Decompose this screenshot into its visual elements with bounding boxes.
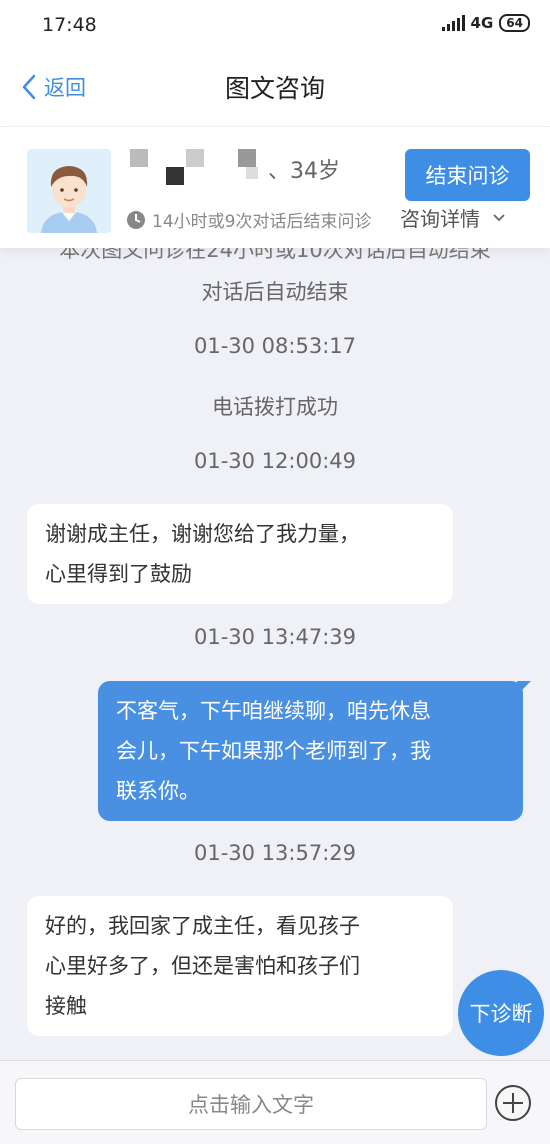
detail-label: 咨询详情 — [400, 207, 480, 231]
timer-text: 14小时或9次对话后结束问诊 — [152, 212, 372, 232]
system-text: 电话拨打成功 — [212, 395, 338, 419]
system-text-clipped: 本次图文问诊在24小时或10次对话后自动结束 — [59, 248, 491, 262]
consult-detail-link[interactable]: 咨询详情 — [400, 203, 506, 232]
patient-message: 好的，我回家了成主任，看见孩子 心里好多了，但还是害怕和孩子们 接触 — [27, 896, 453, 1036]
patient-card: 、34岁 结束问诊 14小时或9次对话后结束问诊 咨询详情 — [0, 126, 550, 248]
status-bar: 17:48 4G 64 — [0, 0, 550, 52]
nav-bar: 返回 图文咨询 — [0, 52, 550, 126]
patient-name: 、34岁 — [128, 149, 340, 189]
message-line: 会儿，下午如果那个老师到了，我 — [116, 739, 431, 763]
signal-icon — [441, 15, 465, 31]
timestamp: 01-30 12:00:49 — [193, 449, 356, 473]
message-line: 心里得到了鼓励 — [45, 562, 192, 586]
timestamp: 01-30 08:53:17 — [193, 334, 356, 358]
patient-message: 谢谢成主任，谢谢您给了我力量， 心里得到了鼓励 — [27, 504, 453, 604]
timer-info: 14小时或9次对话后结束问诊 — [126, 207, 371, 232]
message-line: 联系你。 — [116, 779, 200, 803]
timestamp: 01-30 13:57:29 — [193, 841, 356, 865]
page-title: 图文咨询 — [224, 74, 325, 103]
patient-age: 、34岁 — [268, 159, 340, 184]
avatar-image — [27, 149, 111, 233]
doctor-message: 不客气，下午咱继续聊，咱先休息 会儿，下午如果那个老师到了，我 联系你。 — [98, 681, 531, 821]
message-line: 谢谢成主任，谢谢您给了我力量， — [45, 522, 360, 546]
plus-icon[interactable] — [493, 1083, 533, 1123]
avatar — [27, 149, 111, 233]
status-indicators: 4G 64 — [441, 14, 530, 32]
diagnose-button[interactable]: 下诊断 — [458, 970, 544, 1056]
battery-icon: 64 — [499, 14, 530, 32]
timestamp: 01-30 13:47:39 — [193, 625, 356, 649]
status-time: 17:48 — [42, 14, 97, 36]
chevron-down-icon — [493, 213, 505, 221]
network-label: 4G — [470, 14, 494, 32]
message-line: 接触 — [45, 994, 87, 1018]
input-bar: 点击输入文字 — [0, 1060, 550, 1144]
end-consultation-button[interactable]: 结束问诊 — [405, 149, 530, 201]
message-line: 好的，我回家了成主任，看见孩子 — [45, 914, 360, 938]
name-mosaic — [130, 149, 258, 185]
clock-icon — [127, 210, 145, 229]
message-line: 不客气，下午咱继续聊，咱先休息 — [116, 699, 431, 723]
message-input[interactable]: 点击输入文字 — [15, 1078, 487, 1130]
message-line: 心里好多了，但还是害怕和孩子们 — [45, 954, 360, 978]
system-text: 对话后自动结束 — [201, 280, 349, 304]
chat-area[interactable]: 本次图文问诊在24小时或10次对话后自动结束 对话后自动结束 01-30 08:… — [0, 248, 550, 1060]
